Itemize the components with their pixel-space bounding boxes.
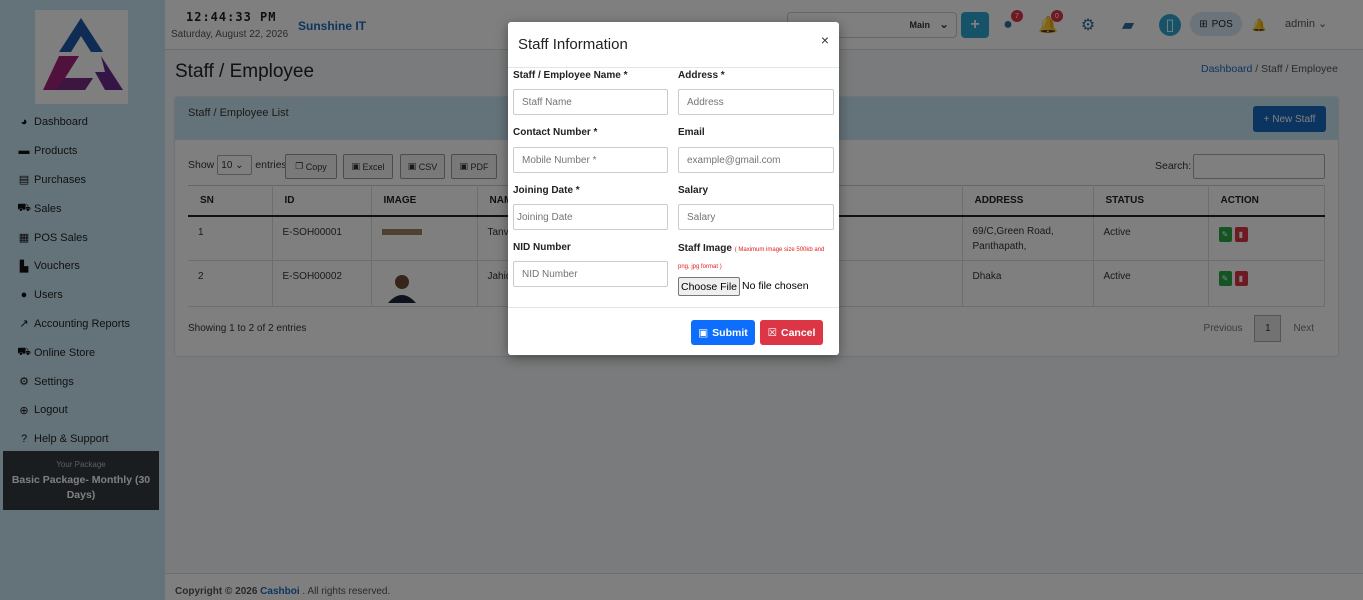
close-icon[interactable]: × [821,32,829,48]
choose-file-button[interactable]: Choose File [678,277,740,296]
staff-image-label: Staff Image ( Maximum image size 500kb a… [678,241,833,275]
file-status: No file chosen [742,280,809,292]
staff-name-label: Staff / Employee Name * [513,70,628,81]
address-label: Address * [678,70,725,81]
close-box-icon: ☒ [767,326,777,339]
email-label: Email [678,127,705,138]
mobile-number-input[interactable] [513,147,668,173]
salary-label: Salary [678,185,709,196]
modal-divider [508,67,839,68]
staff-image-label-text: Staff Image [678,243,732,254]
cancel-button[interactable]: ☒ Cancel [760,320,823,345]
joining-date-input[interactable] [513,204,668,230]
address-input[interactable] [678,89,834,115]
modal-footer-divider [508,307,839,308]
submit-button[interactable]: ▣ Submit [691,320,755,345]
nid-number-label: NID Number [513,242,571,253]
submit-label: Submit [712,326,748,339]
email-input[interactable] [678,147,834,173]
staff-name-input[interactable] [513,89,668,115]
contact-number-label: Contact Number * [513,127,598,138]
cancel-label: Cancel [780,326,816,339]
save-icon: ▣ [698,326,709,339]
nid-number-input[interactable] [513,261,668,287]
modal-title: Staff Information [518,36,628,53]
joining-date-label: Joining Date * [513,185,580,196]
staff-information-modal: Staff Information × Staff / Employee Nam… [508,22,839,355]
salary-input[interactable] [678,204,834,230]
